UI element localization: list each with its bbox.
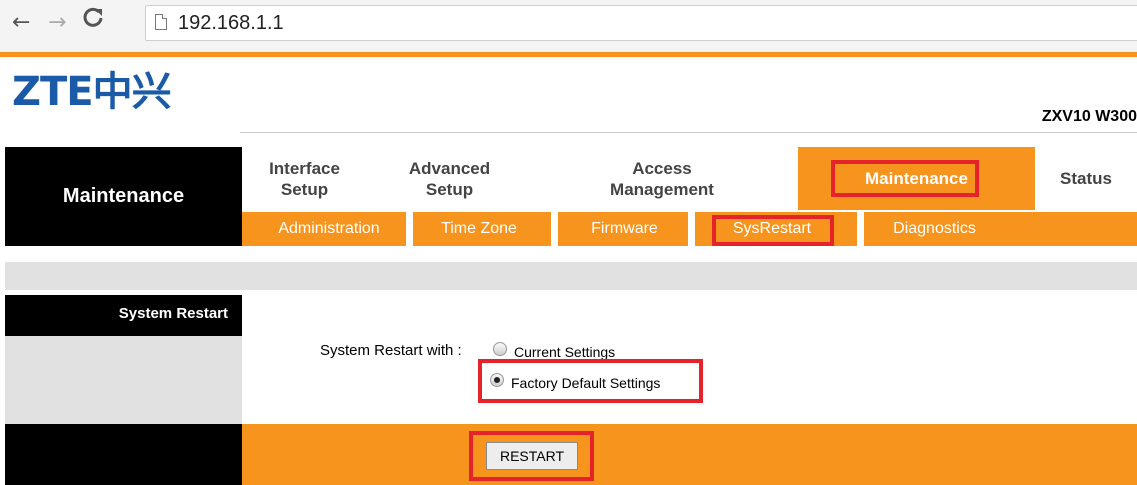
subtab-firmware[interactable]: Firmware <box>567 212 682 246</box>
tab-access-management[interactable]: Access Management <box>572 147 752 210</box>
main-nav: Interface Setup Advanced Setup Access Manag… <box>242 147 1137 210</box>
header-divider <box>0 52 1137 57</box>
url-text: 192.168.1.1 <box>178 12 284 34</box>
header-rule <box>240 132 1137 133</box>
tab-label: Status <box>1060 169 1112 188</box>
section-title: Maintenance <box>5 147 242 246</box>
reload-icon[interactable] <box>82 6 104 37</box>
tab-label: Setup <box>425 179 474 199</box>
tab-label: Interface <box>269 158 340 178</box>
radio-current-settings[interactable] <box>493 342 507 356</box>
subtab-time-zone[interactable]: Time Zone <box>424 212 534 246</box>
forward-arrow-icon[interactable]: → <box>48 8 66 38</box>
subnav-separator <box>551 212 558 246</box>
tab-label: Access <box>632 158 692 178</box>
spacer-bar <box>5 262 1137 290</box>
tab-status[interactable]: Status <box>1035 147 1137 210</box>
address-bar[interactable]: 192.168.1.1 <box>145 5 1137 41</box>
model-name: ZXV10 W300 <box>1041 108 1137 125</box>
radio-factory-default-settings[interactable] <box>490 373 504 387</box>
footer-bar <box>242 424 1137 485</box>
restart-with-label: System Restart with : <box>320 342 462 359</box>
tab-maintenance[interactable]: Maintenance <box>798 147 1035 210</box>
option-label-current-settings[interactable]: Current Settings <box>514 344 615 360</box>
subnav-separator <box>857 212 864 246</box>
option-label-factory-default-settings[interactable]: Factory Default Settings <box>511 375 660 391</box>
back-arrow-icon[interactable]: ← <box>12 8 30 38</box>
tab-advanced-setup[interactable]: Advanced Setup <box>377 147 522 210</box>
tab-label: Maintenance <box>865 169 968 188</box>
panel-title: System Restart <box>118 305 228 322</box>
subtab-diagnostics[interactable]: Diagnostics <box>877 212 992 246</box>
subtab-sysrestart[interactable]: SysRestart <box>714 212 830 246</box>
subnav-separator <box>688 212 695 246</box>
subnav-separator <box>406 212 413 246</box>
subtab-administration[interactable]: Administration <box>254 212 404 246</box>
restart-button[interactable]: RESTART <box>486 442 578 470</box>
sub-nav: Administration Time Zone Firmware SysRes… <box>242 212 1137 246</box>
panel-title-bar: System Restart <box>5 295 242 336</box>
tab-interface-setup[interactable]: Interface Setup <box>242 147 367 210</box>
zte-logo: ZTE中兴 <box>12 69 172 115</box>
footer-side <box>5 424 242 485</box>
panel-side <box>5 336 242 424</box>
tab-label: Setup <box>280 179 329 199</box>
tab-label: Advanced <box>408 158 491 178</box>
tab-label: Management <box>610 179 714 199</box>
page-icon <box>155 14 167 30</box>
browser-toolbar: ← → 192.168.1.1 <box>0 0 1137 52</box>
